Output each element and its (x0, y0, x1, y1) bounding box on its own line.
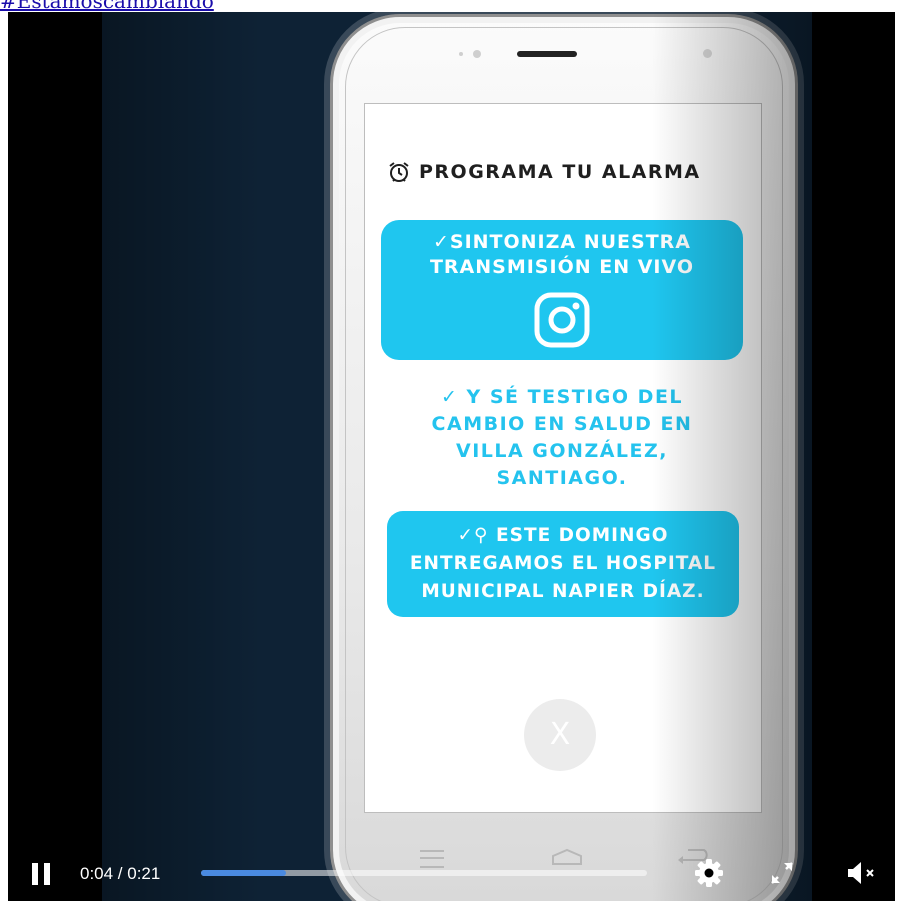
progress-played (201, 870, 286, 876)
hashtag-link[interactable]: #Estamoscambiando (0, 0, 214, 12)
alarm-clock-icon (389, 162, 409, 182)
phone-sensor-dot (459, 52, 463, 56)
instagram-icon (534, 292, 590, 348)
timecode: 0:04 / 0:21 (80, 864, 161, 883)
hospital-card: ✓⚲ ESTE DOMINGO ENTREGAMOS EL HOSPITAL M… (387, 511, 739, 617)
video-player[interactable]: PROGRAMA TU ALARMA ✓SINTONIZA NUESTRA TR… (8, 12, 895, 901)
alarm-heading: PROGRAMA TU ALARMA (387, 157, 747, 187)
hospital-text: ✓⚲ ESTE DOMINGO ENTREGAMOS EL HOSPITAL M… (409, 525, 717, 602)
phone-speaker (517, 51, 577, 57)
alarm-heading-text: PROGRAMA TU ALARMA (419, 161, 701, 183)
progress-bar[interactable] (201, 870, 647, 876)
live-stream-card: ✓SINTONIZA NUESTRA TRANSMISIÓN EN VIVO (381, 220, 743, 360)
player-controls: 0:04 / 0:21 (8, 844, 895, 901)
gear-icon[interactable] (694, 858, 724, 888)
witness-message: ✓ Y SÉ TESTIGO DEL CAMBIO EN SALUD EN VI… (431, 386, 693, 489)
phone-camera-dot (473, 50, 481, 58)
close-button[interactable]: X (524, 699, 596, 771)
fullscreen-icon[interactable] (767, 858, 797, 888)
phone-screen: PROGRAMA TU ALARMA ✓SINTONIZA NUESTRA TR… (364, 103, 762, 813)
live-stream-text: ✓SINTONIZA NUESTRA TRANSMISIÓN EN VIVO (429, 231, 695, 278)
phone-front-camera (703, 49, 712, 58)
video-frame: PROGRAMA TU ALARMA ✓SINTONIZA NUESTRA TR… (102, 12, 812, 901)
volume-muted-icon[interactable] (844, 858, 878, 888)
pause-icon[interactable] (32, 863, 52, 885)
